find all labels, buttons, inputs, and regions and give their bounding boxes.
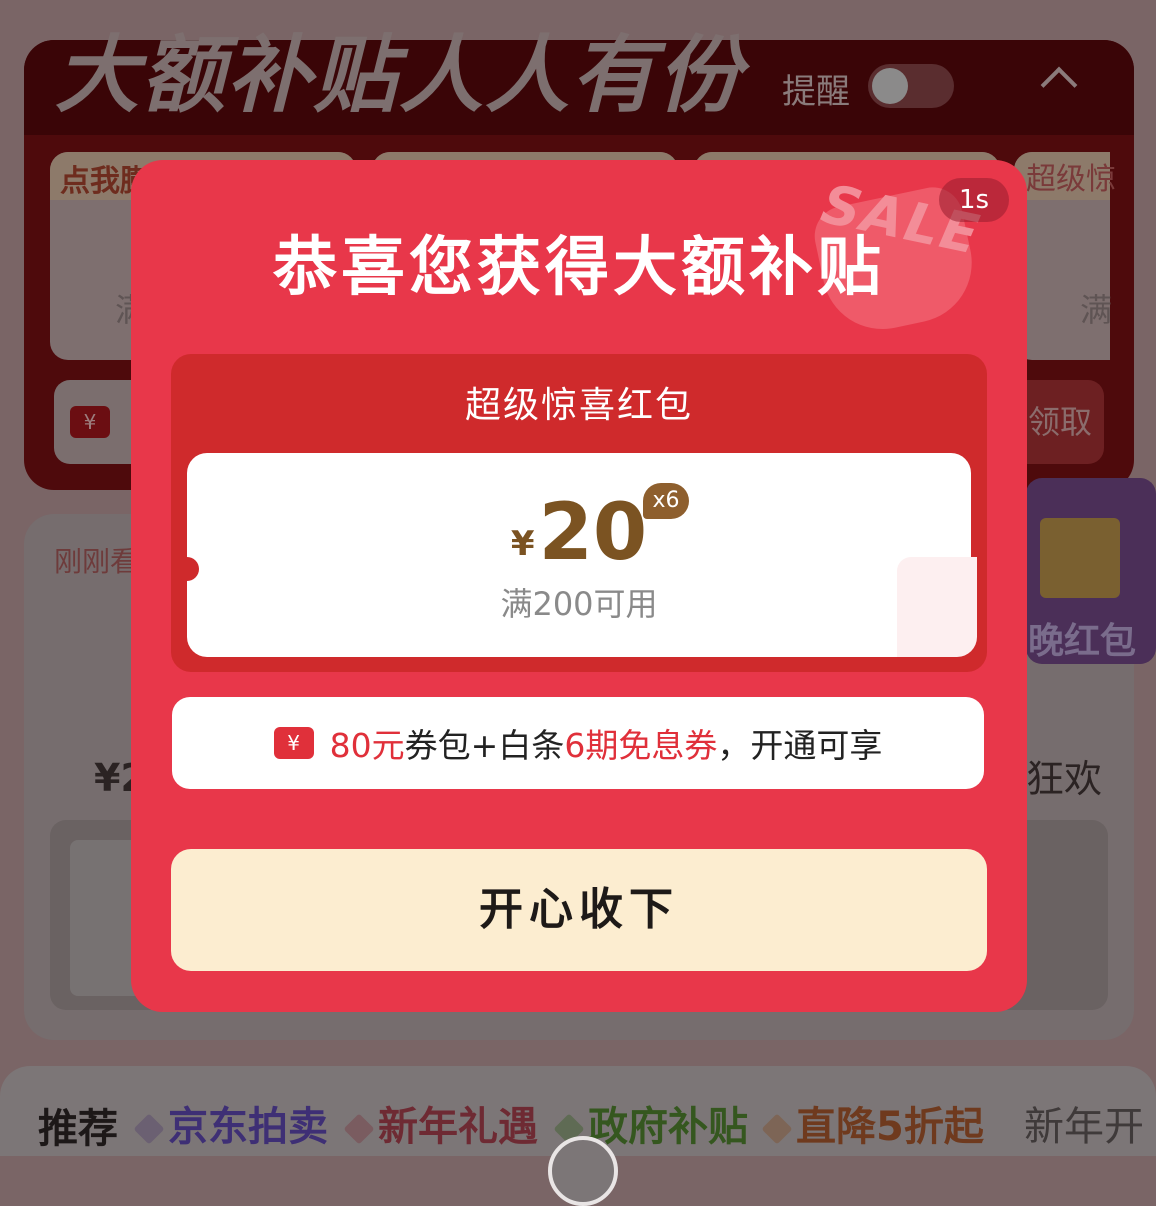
remind-label: 提醒 bbox=[782, 72, 850, 112]
tab-new-year[interactable]: 新年开 bbox=[1024, 1094, 1144, 1152]
claim-button[interactable]: 领取 bbox=[1026, 380, 1104, 464]
carnival-label: 狂欢 bbox=[1026, 757, 1103, 801]
multiplier-badge: x6 bbox=[643, 483, 689, 519]
benefit-amount: 80元 bbox=[329, 726, 405, 765]
card-label: 超级惊 bbox=[1026, 162, 1116, 197]
floating-button[interactable] bbox=[548, 1136, 618, 1206]
benefit-text: ，开通可享 bbox=[717, 726, 883, 765]
ticket-icon: ¥ bbox=[70, 406, 110, 438]
tab-new-year-gifts[interactable]: 新年礼遇 bbox=[343, 1094, 538, 1152]
coupon-card: ¥20 x6 满200可用 bbox=[175, 453, 983, 657]
coupon-area: 超级惊喜红包 ¥20 x6 满200可用 bbox=[171, 354, 987, 672]
gift-label: 晚红包 bbox=[1028, 621, 1137, 662]
subsidy-modal: SALE 1s 恭喜您获得大额补贴 超级惊喜红包 ¥20 x6 满200可用 ¥… bbox=[131, 160, 1027, 1012]
hero-title: 大额补贴人人有份 bbox=[55, 26, 744, 124]
benefit-interest-free: 6期免息券 bbox=[564, 726, 718, 765]
benefit-banner[interactable]: ¥ 80元 券包+白条 6期免息券 ，开通可享 bbox=[172, 697, 984, 789]
accept-button[interactable]: 开心收下 bbox=[171, 849, 987, 971]
tab-auction[interactable]: 京东拍卖 bbox=[133, 1094, 328, 1152]
remind-toggle[interactable] bbox=[868, 64, 954, 108]
coupon-amount: 20 bbox=[538, 488, 648, 578]
toggle-knob bbox=[872, 68, 908, 104]
coupon-value: ¥20 bbox=[187, 483, 971, 583]
card-condition: 满 bbox=[1080, 291, 1113, 329]
benefit-text: 券包+白条 bbox=[404, 726, 565, 765]
tab-recommend[interactable]: 推荐 bbox=[38, 1096, 118, 1154]
modal-title: 恭喜您获得大额补贴 bbox=[273, 231, 885, 305]
tab-half-price[interactable]: 直降5折起 bbox=[761, 1094, 984, 1152]
ticket-icon: ¥ bbox=[273, 727, 314, 759]
currency-symbol: ¥ bbox=[510, 524, 535, 564]
coupon-condition: 满200可用 bbox=[500, 585, 658, 623]
coupon-heading: 超级惊喜红包 bbox=[464, 385, 693, 426]
recent-label: 刚刚看 bbox=[54, 545, 139, 578]
